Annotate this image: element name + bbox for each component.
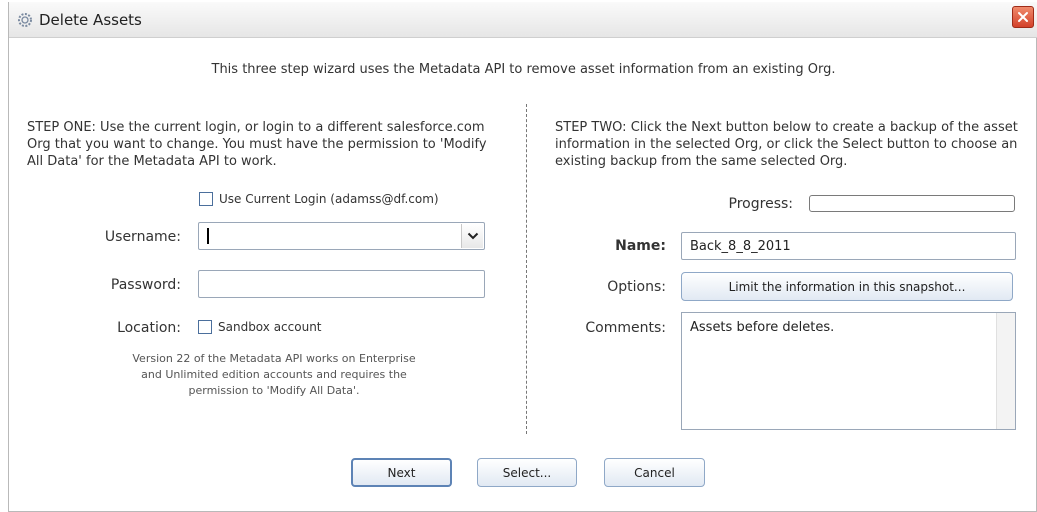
title-bar: Delete Assets [9, 2, 1037, 38]
sandbox-checkbox[interactable] [198, 320, 212, 334]
username-label: Username: [104, 229, 181, 245]
chevron-down-icon [467, 232, 478, 240]
step-two-text: STEP TWO: Click the Next button below to… [555, 120, 1018, 169]
location-label: Location: [117, 320, 181, 336]
select-button[interactable]: Select... [477, 458, 577, 487]
password-label: Password: [110, 277, 181, 293]
name-label: Name: [615, 238, 666, 254]
use-current-login-checkbox[interactable] [199, 192, 213, 206]
comments-value: Assets before deletes. [690, 320, 835, 335]
next-button[interactable]: Next [351, 458, 452, 487]
cancel-button[interactable]: Cancel [604, 458, 705, 487]
close-button[interactable] [1012, 6, 1034, 28]
username-dropdown-button[interactable] [461, 224, 483, 248]
username-combo[interactable] [198, 222, 485, 250]
progress-bar [809, 195, 1015, 212]
use-current-login-label: Use Current Login (adamss@df.com) [219, 192, 439, 206]
text-cursor [207, 228, 209, 244]
api-version-note: Version 22 of the Metadata API works on … [132, 352, 416, 397]
intro-text: This three step wizard uses the Metadata… [211, 62, 836, 77]
gear-icon [17, 12, 33, 28]
step-one-text: STEP ONE: Use the current login, or logi… [27, 120, 487, 169]
limit-info-button[interactable]: Limit the information in this snapshot..… [681, 272, 1013, 301]
delete-assets-window: Delete Assets This three step wizard use… [8, 2, 1037, 512]
close-icon [1018, 12, 1028, 22]
sandbox-label: Sandbox account [218, 320, 322, 334]
window-title: Delete Assets [39, 11, 142, 29]
comments-scrollbar[interactable] [996, 313, 1015, 429]
progress-label: Progress: [728, 196, 793, 212]
options-label: Options: [607, 279, 666, 295]
column-divider [526, 104, 527, 434]
comments-textarea[interactable]: Assets before deletes. [681, 312, 1016, 430]
comments-label: Comments: [585, 320, 666, 336]
backup-name-field[interactable]: Back_8_8_2011 [681, 232, 1016, 260]
password-field[interactable] [198, 270, 485, 298]
